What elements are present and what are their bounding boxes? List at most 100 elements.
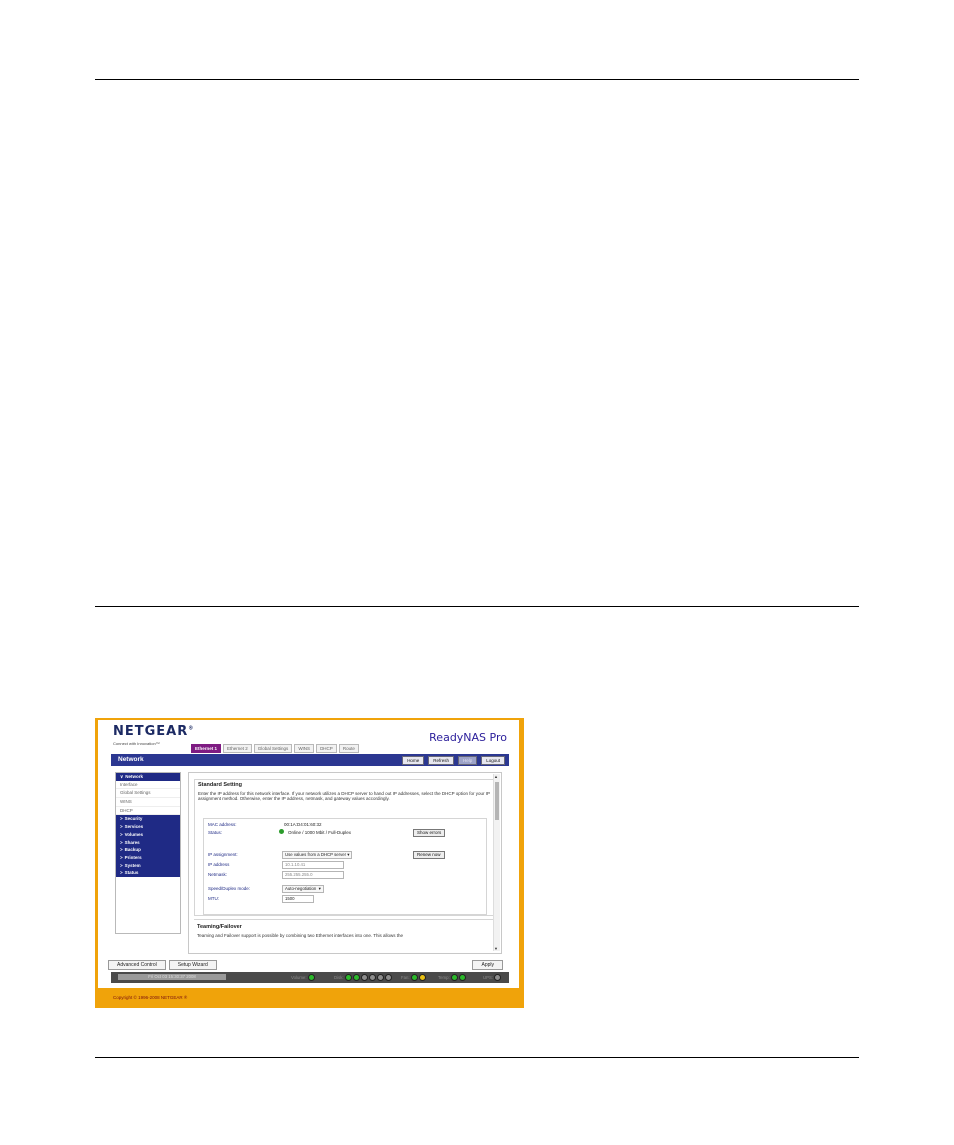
apply-button[interactable]: Apply [472,960,503,970]
netgear-logo: NETGEAR® [113,724,195,739]
tab-ethernet-2[interactable]: Ethernet 2 [223,744,252,753]
speed-duplex-select[interactable]: Auto-negotiation ▾ [282,885,324,893]
tab-route[interactable]: Route [338,744,359,753]
middle-rule [95,606,859,607]
home-button[interactable]: Home [402,756,425,765]
sidebar-menu: ∨ Network Interface Global Settings WINS DHCP… [115,772,181,934]
sidebar-item-dhcp[interactable]: DHCP [116,806,180,816]
top-rule [95,79,859,80]
sidebar-item-label: Printers [124,854,142,860]
ip-assignment-label: IP assignment: [208,852,238,857]
sidebar-item-label: System [124,862,141,868]
sidebar-item-label: DHCP [120,807,133,813]
sidebar-item-system[interactable]: > System [116,861,180,870]
status-bar: Fri Oct 03 15:30:37 2008 Volume: Disk: F… [111,972,509,983]
frontview-window: NETGEAR® Connect with Innovation™ ReadyN… [98,720,519,988]
sidebar-item-security[interactable]: > Security [116,815,180,824]
sidebar-item-interface[interactable]: Interface [116,780,180,790]
teaming-description: Teaming and Failover support is possible… [197,933,404,938]
sidebar-item-label: Backup [124,847,141,853]
netmask-field[interactable]: 255.255.255.0 [282,871,344,879]
status-value: Online / 1000 Mbit / Full-Duplex [288,830,352,835]
sidebar-item-label: Network [125,774,144,779]
chevron-icon: > [120,847,123,853]
disk-led-icon [360,974,368,981]
scroll-up-icon[interactable]: ▲ [494,774,498,779]
disk-status[interactable]: Disk: [334,974,392,981]
fan-label: Fan: [401,975,410,980]
chevron-icon: > [120,824,123,830]
chevron-icon: > [120,831,123,837]
chevron-icon: > [120,839,123,845]
tab-dhcp[interactable]: DHCP [316,744,337,753]
section-title: Network [118,756,144,763]
volume-status[interactable]: Volume: [291,974,315,981]
sidebar-item-volumes[interactable]: > Volumes [116,830,180,839]
sidebar-item-status[interactable]: > Status [116,869,180,877]
ip-address-label: IP address [208,862,230,867]
sidebar-item-services[interactable]: > Services [116,823,180,831]
chevron-icon: > [120,854,123,860]
sidebar-item-printers[interactable]: > Printers [116,853,180,862]
status-online-icon [279,829,284,834]
sidebar-item-label: Global Settings [120,790,151,796]
renew-now-button[interactable]: Renew now [413,851,445,859]
mtu-field[interactable]: 1500 [282,895,314,903]
chevron-icon: > [120,870,123,876]
volume-label: Volume: [291,975,307,980]
fan-led-icon [410,974,418,981]
advanced-control-tab[interactable]: Advanced Control [108,960,166,970]
logout-button[interactable]: Logout [481,756,505,765]
tab-ethernet-1[interactable]: Ethernet 1 [191,744,222,753]
ups-status[interactable]: UPS: [483,974,502,981]
scroll-down-icon[interactable]: ▼ [494,946,498,951]
sidebar-item-network[interactable]: ∨ Network [116,773,180,781]
standard-setting-title: Standard Setting [198,782,243,788]
chevron-icon: > [120,816,123,822]
chevron-icon: > [120,862,123,868]
sidebar-item-label: WINS [120,799,132,805]
standard-setting-section: Standard Setting Enter the IP address fo… [194,779,496,916]
disk-led-icon [344,974,352,981]
sidebar-item-shares[interactable]: > Shares [116,838,180,847]
tab-wins[interactable]: WINS [294,744,315,753]
disk-led-icon [376,974,384,981]
temp-status[interactable]: Temp: [438,974,466,981]
sidebar-item-backup[interactable]: > Backup [116,846,180,854]
disk-led-icon [384,974,392,981]
sidebar-item-label: Interface [120,781,138,787]
copyright-text: Copyright © 1996-2008 NETGEAR ® [113,995,188,1000]
sidebar-item-label: Shares [124,839,140,845]
help-button[interactable]: Help [457,756,478,765]
mode-tabs: Advanced Control Setup Wizard [108,960,217,970]
setup-wizard-tab[interactable]: Setup Wizard [168,960,217,970]
tab-global-settings[interactable]: Global Settings [253,744,293,753]
temp-label: Temp: [438,975,450,980]
sidebar-item-global-settings[interactable]: Global Settings [116,789,180,799]
ip-address-field[interactable]: 10.1.10.41 [282,861,344,869]
sidebar-item-label: Volumes [124,831,144,837]
scroll-thumb[interactable] [495,782,499,820]
network-tabs: Ethernet 1 Ethernet 2 Global Settings WI… [191,744,359,753]
status-label: Status: [208,830,223,835]
ip-assignment-select[interactable]: Use values from a DHCP server ▾ [282,851,353,859]
show-errors-button[interactable]: Show errors [413,829,446,837]
fan-status[interactable]: Fan: [401,974,426,981]
content-scrollbar[interactable]: ▲ ▼ [493,774,500,951]
speed-duplex-label: Speed/Duplex mode: [208,886,251,891]
sidebar-item-wins[interactable]: WINS [116,798,180,807]
teaming-title: Teaming/Failover [197,924,242,930]
sidebar-item-label: Services [124,824,144,830]
sidebar-item-label: Status [124,870,139,876]
header-buttons: Home Refresh Help Logout [402,756,505,765]
datetime-display: Fri Oct 03 15:30:37 2008 [118,974,226,980]
refresh-button[interactable]: Refresh [428,756,454,765]
temp-led-icon [450,974,458,981]
content-panel: Standard Setting Enter the IP address fo… [188,772,502,954]
bottom-rule [95,1057,859,1058]
teaming-section: Teaming/Failover Teaming and Failover su… [194,919,494,953]
mtu-label: MTU: [208,896,219,901]
sidebar-item-label: Security [124,816,143,822]
fan-led-icon [418,974,426,981]
logo-tagline: Connect with Innovation™ [113,741,160,746]
